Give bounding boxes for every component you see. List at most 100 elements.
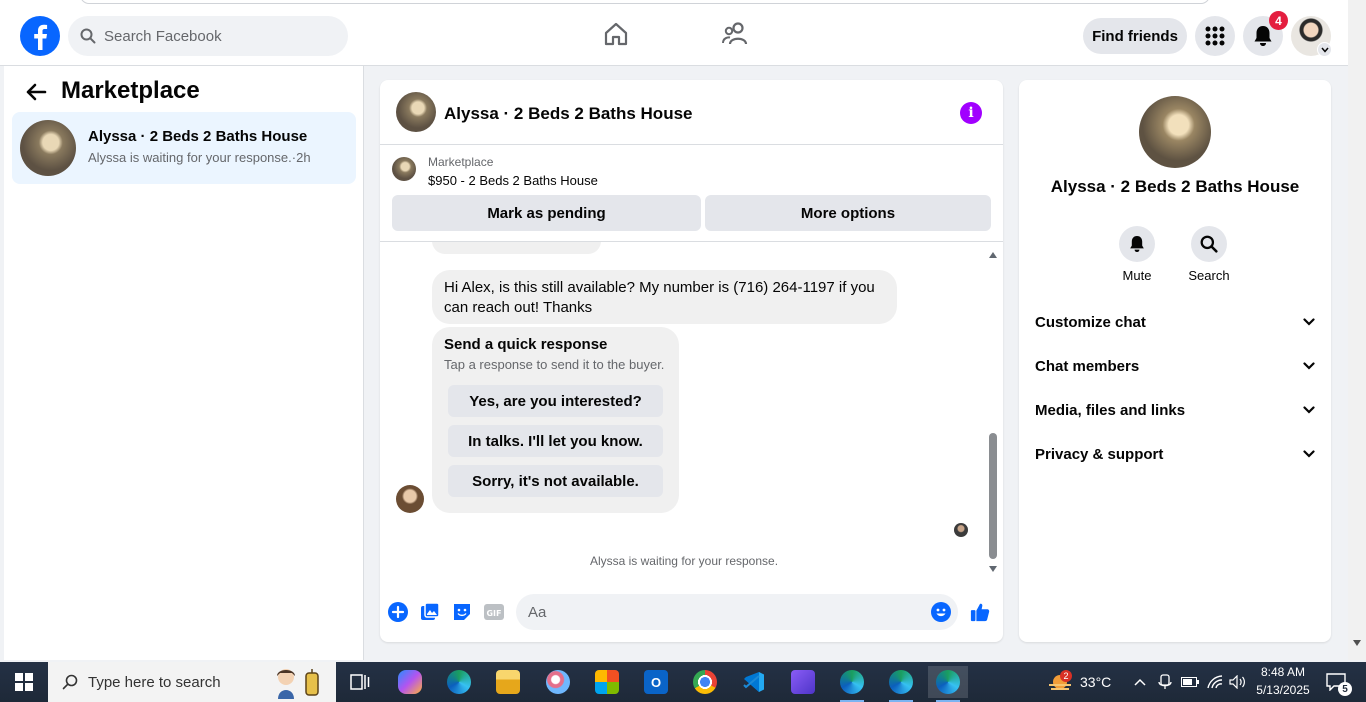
scrollbar-thumb[interactable] (989, 433, 997, 559)
quick-response-title: Send a quick response (444, 336, 608, 353)
conversation-list-item[interactable]: Alyssa · 2 Beds 2 Baths House Alyssa is … (12, 112, 356, 184)
chevron-down-icon (1303, 450, 1315, 458)
sticker-icon[interactable] (452, 602, 472, 622)
outlook-icon[interactable]: O (636, 666, 676, 698)
page-scrollbar[interactable] (1348, 0, 1366, 660)
message-composer: GIF (380, 590, 1003, 634)
message-input-box[interactable] (516, 594, 958, 630)
chevron-down-icon (1303, 406, 1315, 414)
taskbar-search-placeholder: Type here to search (88, 673, 221, 691)
notification-count-badge: 4 (1269, 11, 1288, 30)
photo-icon[interactable] (420, 602, 440, 622)
listing-thumbnail (20, 120, 76, 176)
gif-icon[interactable]: GIF (484, 602, 504, 622)
chat-avatar[interactable] (396, 92, 436, 132)
windows-start-icon[interactable] (0, 662, 48, 702)
search-icon (62, 674, 78, 690)
task-view-icon[interactable] (340, 666, 380, 698)
scroll-down-arrow-icon[interactable] (989, 566, 997, 572)
taskbar-search-box[interactable]: Type here to search (48, 662, 336, 702)
chat-window: Alyssa · 2 Beds 2 Baths House i Marketpl… (380, 80, 1003, 642)
friends-icon[interactable] (721, 20, 749, 48)
chevron-up-icon[interactable] (1128, 666, 1152, 698)
microsoft-store-icon[interactable] (587, 666, 627, 698)
chrome-icon[interactable] (685, 666, 725, 698)
mark-as-pending-button[interactable]: Mark as pending (392, 195, 701, 231)
search-highlight-icon (277, 669, 319, 699)
thumbs-up-icon[interactable] (970, 602, 990, 622)
edge-profile-icon[interactable] (928, 666, 968, 702)
emoji-icon[interactable] (931, 602, 951, 622)
notification-center-badge: 5 (1338, 682, 1352, 696)
facebook-search-box[interactable] (68, 16, 348, 56)
chat-header: Alyssa · 2 Beds 2 Baths House i (380, 80, 1003, 145)
battery-icon[interactable] (1178, 666, 1202, 698)
privacy-support-row[interactable]: Privacy & support (1027, 432, 1323, 476)
weather-alert-badge: 2 (1060, 670, 1072, 682)
message-list: Hi Alex, is this still available? My num… (380, 242, 1003, 582)
browser-chrome-strip (0, 0, 1348, 6)
sender-avatar[interactable] (396, 485, 424, 513)
weather-icon[interactable] (1040, 666, 1080, 698)
clock-time[interactable]: 8:48 AM (1256, 665, 1310, 679)
section-label: Customize chat (1035, 313, 1146, 331)
volume-icon[interactable] (1226, 666, 1250, 698)
media-files-links-row[interactable]: Media, files and links (1027, 388, 1323, 432)
message-bubble: Hi Alex, is this still available? My num… (432, 270, 897, 324)
search-label: Search (1188, 268, 1230, 283)
weather-temperature[interactable]: 33°C (1080, 674, 1111, 690)
meet-now-icon[interactable] (1154, 666, 1176, 698)
menu-grid-icon[interactable] (1195, 16, 1235, 56)
customize-chat-row[interactable]: Customize chat (1027, 300, 1323, 344)
search-icon[interactable] (1191, 226, 1227, 262)
paint-app-icon[interactable] (538, 666, 578, 698)
top-navigation-bar: Find friends 4 (0, 0, 1348, 66)
search-in-conversation-button[interactable]: Search (1179, 226, 1239, 283)
chat-scrollbar[interactable] (987, 250, 999, 580)
listing-source-label: Marketplace (428, 155, 494, 169)
mute-button[interactable]: Mute (1107, 226, 1167, 283)
bell-icon[interactable] (1119, 226, 1155, 262)
search-icon (80, 28, 96, 44)
svg-text:GIF: GIF (486, 609, 501, 618)
edge-browser-icon[interactable] (439, 666, 479, 698)
section-label: Media, files and links (1035, 401, 1186, 419)
video-editor-icon[interactable] (783, 666, 823, 698)
marketplace-inbox-panel: Marketplace Alyssa · 2 Beds 2 Baths Hous… (4, 66, 364, 660)
contact-avatar[interactable] (1139, 96, 1211, 168)
copilot-icon[interactable] (390, 666, 430, 698)
contact-name: Alyssa · 2 Beds 2 Baths House (1050, 177, 1300, 196)
quick-response-option[interactable]: Yes, are you interested? (448, 385, 663, 417)
home-icon[interactable] (602, 20, 630, 48)
previous-message-bubble (432, 242, 601, 254)
scroll-up-arrow-icon[interactable] (989, 252, 997, 258)
chevron-down-icon[interactable] (1317, 42, 1332, 57)
listing-thumbnail[interactable] (392, 157, 416, 181)
vscode-icon[interactable] (734, 666, 774, 698)
chat-title[interactable]: Alyssa · 2 Beds 2 Baths House (444, 104, 692, 124)
back-arrow-icon[interactable] (24, 80, 48, 104)
chat-members-row[interactable]: Chat members (1027, 344, 1323, 388)
edge-profile-icon[interactable] (832, 666, 872, 702)
plus-circle-icon[interactable] (388, 602, 408, 622)
conversation-preview: Alyssa is waiting for your response.·2h (88, 150, 311, 165)
more-options-button[interactable]: More options (705, 195, 991, 231)
message-input[interactable] (528, 603, 908, 621)
edge-profile-icon[interactable] (881, 666, 921, 702)
find-friends-button[interactable]: Find friends (1083, 18, 1187, 54)
facebook-logo-icon[interactable] (20, 16, 60, 56)
wifi-icon[interactable] (1203, 666, 1227, 698)
mute-label: Mute (1122, 268, 1152, 283)
quick-response-option[interactable]: Sorry, it's not available. (448, 465, 663, 497)
listing-price-title[interactable]: $950 - 2 Beds 2 Baths House (428, 173, 598, 188)
listing-banner: Marketplace $950 - 2 Beds 2 Baths House … (380, 145, 1003, 242)
clock-date[interactable]: 5/13/2025 (1252, 683, 1314, 697)
quick-response-card: Send a quick response Tap a response to … (432, 327, 679, 513)
facebook-search-input[interactable] (104, 27, 324, 45)
file-explorer-icon[interactable] (488, 666, 528, 698)
quick-response-subtitle: Tap a response to send it to the buyer. (444, 357, 665, 372)
section-label: Chat members (1035, 357, 1140, 375)
info-icon[interactable]: i (960, 102, 982, 124)
waiting-status-text: Alyssa is waiting for your response. (589, 554, 779, 568)
quick-response-option[interactable]: In talks. I'll let you know. (448, 425, 663, 457)
